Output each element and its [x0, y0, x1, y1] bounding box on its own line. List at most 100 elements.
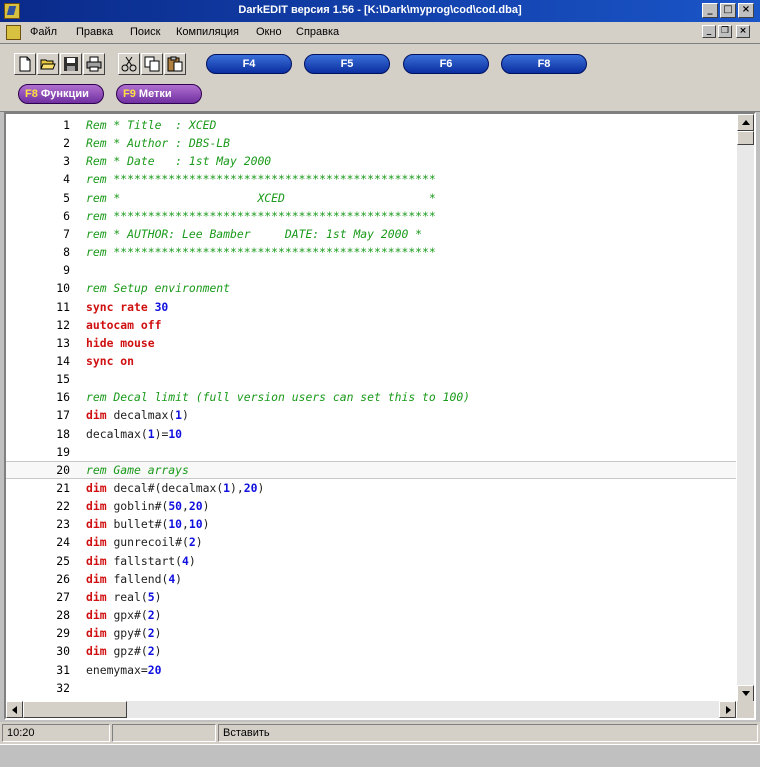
- code-line[interactable]: 10 rem Setup environment: [6, 279, 736, 297]
- menu-compile[interactable]: Компиляция: [176, 26, 239, 38]
- code-line[interactable]: 24 dim gunrecoil#(2): [6, 533, 736, 551]
- code-area[interactable]: 1 Rem * Title : XCED 2 Rem * Author : DBS-L…: [6, 114, 736, 702]
- code-line[interactable]: 14 sync on: [6, 352, 736, 370]
- child-close-button[interactable]: ×: [736, 25, 750, 38]
- labels-button[interactable]: F9 Метки: [116, 84, 202, 104]
- menu-file[interactable]: Файл: [30, 26, 57, 38]
- code-token: )=: [154, 426, 169, 441]
- code-line[interactable]: 32: [6, 679, 736, 697]
- window-title: DarkEDIT версия 1.56 - [K:\Dark\myprog\c…: [238, 4, 522, 16]
- code-line[interactable]: 12 autocam off: [6, 316, 736, 334]
- code-line[interactable]: 11 sync rate 30: [6, 298, 736, 316]
- code-line[interactable]: 5 rem * XCED *: [6, 189, 736, 207]
- code-token: (: [140, 589, 148, 604]
- line-number: 15: [56, 372, 70, 387]
- code-token: 2: [147, 644, 155, 659]
- code-token: hide mouse: [86, 335, 155, 350]
- code-line[interactable]: 28 dim gpx#(2): [6, 606, 736, 624]
- code-line[interactable]: 1 Rem * Title : XCED: [6, 116, 736, 134]
- cut-icon[interactable]: [118, 53, 140, 75]
- line-text: rem ************************************…: [86, 207, 436, 225]
- scroll-down-arrow[interactable]: [737, 685, 754, 702]
- code-line[interactable]: 29 dim gpy#(2): [6, 624, 736, 642]
- minimize-button[interactable]: _: [702, 3, 718, 18]
- document-icon[interactable]: [6, 25, 21, 40]
- scroll-right-arrow[interactable]: [719, 701, 736, 718]
- line-text: autocam off: [86, 316, 161, 334]
- print-icon[interactable]: [83, 53, 105, 75]
- functions-key: F8: [25, 88, 38, 100]
- code-line[interactable]: 18 decalmax(1)=10: [6, 425, 736, 443]
- line-text: rem ************************************…: [86, 170, 436, 188]
- code-token: enemymax: [86, 662, 141, 677]
- line-number: 32: [56, 680, 70, 695]
- child-minimize-button[interactable]: _: [702, 25, 716, 38]
- code-line[interactable]: 17 dim decalmax(1): [6, 406, 736, 424]
- line-text: dim gunrecoil#(2): [86, 533, 203, 551]
- code-token: rem * AUTHOR: Lee Bamber DATE: 1st May 2…: [86, 226, 423, 241]
- code-line[interactable]: 6 rem ***********************************…: [6, 207, 736, 225]
- insert-mode: Вставить: [218, 724, 758, 742]
- open-folder-icon[interactable]: [37, 53, 59, 75]
- f6-button[interactable]: F6: [403, 54, 489, 74]
- f4-button[interactable]: F4: [206, 54, 292, 74]
- line-number: 24: [56, 535, 70, 550]
- code-token: dim: [86, 517, 114, 532]
- code-line[interactable]: 26 dim fallend(4): [6, 570, 736, 588]
- menu-edit[interactable]: Правка: [76, 26, 113, 38]
- horizontal-scrollbar[interactable]: [6, 701, 736, 718]
- vertical-scrollbar[interactable]: [737, 114, 754, 702]
- line-text: dim fallend(4): [86, 570, 182, 588]
- code-line[interactable]: 7 rem * AUTHOR: Lee Bamber DATE: 1st May …: [6, 225, 736, 243]
- code-line[interactable]: 23 dim bullet#(10,10): [6, 515, 736, 533]
- new-file-icon[interactable]: [14, 53, 36, 75]
- save-icon[interactable]: [60, 53, 82, 75]
- line-text: hide mouse: [86, 334, 155, 352]
- maximize-button[interactable]: □: [720, 3, 736, 18]
- code-token: (decalmax(: [154, 481, 224, 495]
- code-line[interactable]: 4 rem ***********************************…: [6, 170, 736, 188]
- code-token: 10: [188, 517, 203, 532]
- close-button[interactable]: ×: [738, 3, 754, 18]
- code-token: decalmax: [86, 426, 141, 441]
- code-line[interactable]: 25 dim fallstart(4): [6, 552, 736, 570]
- horizontal-scroll-thumb[interactable]: [23, 701, 127, 718]
- copy-icon[interactable]: [141, 53, 163, 75]
- code-token: real: [113, 589, 141, 604]
- code-line[interactable]: 16 rem Decal limit (full version users ca…: [6, 388, 736, 406]
- code-token: dim: [86, 589, 114, 604]
- code-token: (: [140, 644, 148, 659]
- f5-button[interactable]: F5: [304, 54, 390, 74]
- code-token: Rem * Date : 1st May 2000: [86, 154, 272, 169]
- code-line[interactable]: 19: [6, 443, 736, 461]
- code-line[interactable]: 22 dim goblin#(50,20): [6, 497, 736, 515]
- f8-button[interactable]: F8: [501, 54, 587, 74]
- code-token: 10: [168, 517, 183, 532]
- code-line[interactable]: 31 enemymax=20: [6, 661, 736, 679]
- code-line[interactable]: 27 dim real(5): [6, 588, 736, 606]
- code-line[interactable]: 13 hide mouse: [6, 334, 736, 352]
- code-line[interactable]: 20 rem Game arrays: [6, 460, 736, 479]
- scroll-left-arrow[interactable]: [6, 701, 23, 718]
- menu-help[interactable]: Справка: [296, 26, 339, 38]
- functions-button[interactable]: F8 Функции: [18, 84, 104, 104]
- line-number: 28: [56, 608, 70, 623]
- code-token: (: [182, 535, 189, 550]
- code-line[interactable]: 3 Rem * Date : 1st May 2000: [6, 152, 736, 170]
- code-token: 1: [223, 481, 231, 495]
- code-line[interactable]: 30 dim gpz#(2): [6, 642, 736, 660]
- code-line[interactable]: 9: [6, 261, 736, 279]
- code-editor[interactable]: 1 Rem * Title : XCED 2 Rem * Author : DBS-L…: [4, 112, 756, 720]
- code-line[interactable]: 15: [6, 370, 736, 388]
- scroll-up-arrow[interactable]: [737, 114, 754, 131]
- menu-search[interactable]: Поиск: [130, 26, 160, 38]
- menu-window[interactable]: Окно: [256, 26, 282, 38]
- line-number: 21: [56, 481, 70, 495]
- vertical-scroll-thumb[interactable]: [737, 131, 754, 145]
- code-line[interactable]: 21 dim decal#(decalmax(1),20): [6, 479, 736, 497]
- paste-icon[interactable]: [164, 53, 186, 75]
- code-line[interactable]: 2 Rem * Author : DBS-LB: [6, 134, 736, 152]
- code-line[interactable]: 8 rem ***********************************…: [6, 243, 736, 261]
- code-token: ): [202, 517, 210, 532]
- child-restore-button[interactable]: ❐: [718, 25, 732, 38]
